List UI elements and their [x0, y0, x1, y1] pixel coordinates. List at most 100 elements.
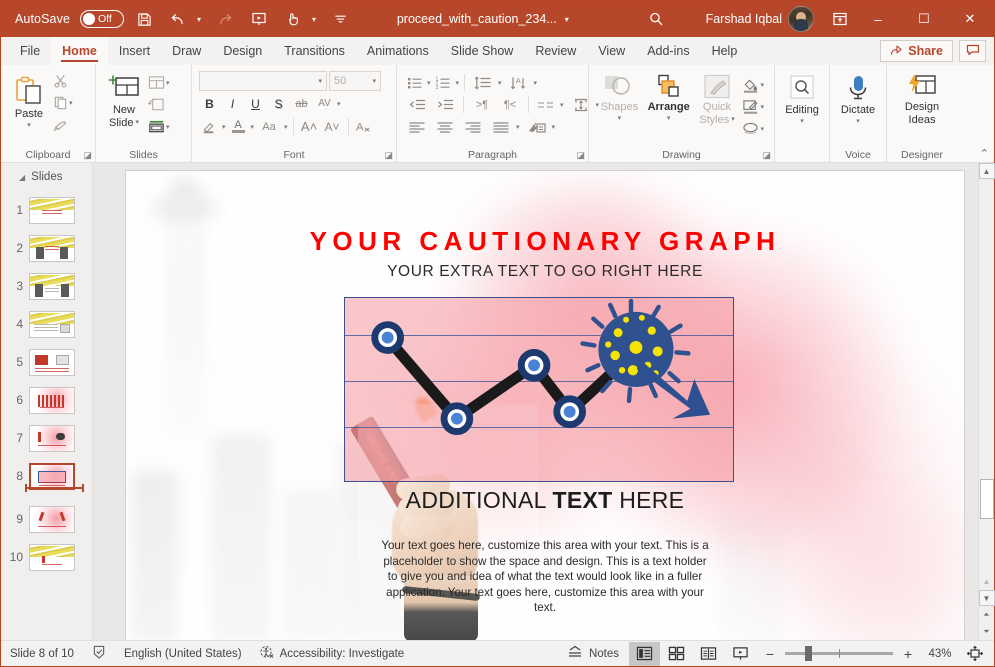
tab-slide-show[interactable]: Slide Show [440, 37, 525, 65]
line-spacing-caret[interactable]: ▾ [498, 79, 502, 87]
increase-indent-button[interactable] [432, 94, 458, 115]
thumbnail-slide-2[interactable]: 2 [1, 229, 92, 267]
dictate-button[interactable]: Dictate ▾ [837, 70, 879, 128]
align-center-button[interactable] [432, 116, 458, 137]
share-button[interactable]: Share [880, 40, 953, 62]
next-slide-button[interactable]: ⏷ [979, 623, 995, 640]
scrollbar-track[interactable] [979, 179, 995, 573]
new-slide-dropdown-caret[interactable]: ▾ [135, 117, 139, 130]
zoom-out-button[interactable]: − [762, 646, 778, 662]
change-case-button[interactable]: Aa [256, 116, 282, 137]
shapes-button[interactable]: Shapes ▾ [596, 71, 643, 125]
thumbnail-slide-7[interactable]: 7 [1, 419, 92, 457]
decrease-font-size-button[interactable]: A˅ [322, 116, 343, 137]
document-filename[interactable]: proceed_with_caution_234... [397, 12, 557, 26]
character-spacing-button[interactable]: AV [314, 93, 335, 114]
copy-button[interactable]: ▾ [50, 92, 76, 113]
numbering-button[interactable]: 123 [433, 72, 454, 93]
thumbnail-slide-1[interactable]: 1 [1, 191, 92, 229]
thumbnail-slide-9[interactable]: 9 [1, 500, 92, 538]
touch-mode-icon[interactable] [279, 5, 307, 33]
thumbnail-slide-10[interactable]: 10 [1, 538, 92, 576]
layout-dropdown-caret[interactable]: ▾ [166, 79, 170, 87]
tab-add-ins[interactable]: Add-ins [636, 37, 700, 65]
previous-slide-button[interactable]: ⏶ [979, 606, 995, 623]
slide-show-button[interactable] [725, 642, 756, 666]
arrange-button[interactable]: Arrange ▾ [643, 71, 695, 125]
shape-outline-button[interactable]: ▾ [739, 96, 767, 117]
shape-fill-caret[interactable]: ▾ [760, 81, 764, 89]
start-presentation-icon[interactable] [245, 5, 273, 33]
customize-quick-access-toolbar-icon[interactable] [326, 5, 354, 33]
tab-home[interactable]: Home [51, 37, 108, 65]
editing-button[interactable]: Editing ▾ [781, 70, 823, 128]
tab-review[interactable]: Review [524, 37, 587, 65]
text-shadow-button[interactable]: S [268, 93, 289, 114]
thumbnail-list[interactable]: 1 2 3 4 5 6 7 8 9 10 [1, 189, 92, 640]
thumbnail-slide-6[interactable]: 6 [1, 381, 92, 419]
font-color-caret[interactable]: ▾ [251, 123, 255, 131]
font-color-button[interactable]: A [228, 116, 249, 137]
thumbnail-slide-8[interactable]: 8 [1, 457, 92, 495]
user-name[interactable]: Farshad Iqbal [706, 12, 782, 26]
scrollbar-thumb[interactable] [979, 479, 994, 519]
quick-styles-caret[interactable]: ▾ [731, 114, 735, 127]
redo-icon[interactable] [211, 5, 239, 33]
change-case-caret[interactable]: ▾ [284, 123, 288, 131]
increase-font-size-button[interactable]: A˄ [299, 116, 320, 137]
decrease-indent-button[interactable] [404, 94, 430, 115]
section-dropdown-caret[interactable]: ▾ [166, 123, 170, 131]
bullets-caret[interactable]: ▾ [427, 79, 431, 87]
filename-dropdown-caret[interactable]: ▾ [565, 15, 569, 24]
drawing-dialog-launcher[interactable]: ◪ [762, 150, 771, 161]
tab-draw[interactable]: Draw [161, 37, 212, 65]
undo-icon[interactable] [164, 5, 192, 33]
zoom-slider[interactable]: − + [757, 646, 921, 662]
undo-dropdown-caret[interactable]: ▾ [193, 5, 205, 33]
tab-file[interactable]: File [9, 37, 51, 65]
shape-outline-caret[interactable]: ▾ [760, 103, 764, 111]
paste-dropdown-caret[interactable]: ▾ [27, 121, 31, 129]
font-name-caret[interactable]: ▾ [318, 77, 322, 85]
zoom-percent[interactable]: 43% [922, 648, 958, 660]
editing-caret[interactable]: ▾ [800, 117, 804, 125]
shape-effects-caret[interactable]: ▾ [760, 125, 764, 133]
tab-design[interactable]: Design [212, 37, 273, 65]
slide-title[interactable]: YOUR CAUTIONARY GRAPH [126, 226, 964, 257]
vertical-scrollbar[interactable]: ▲ ▲ ▼ ⏶ ⏷ [978, 163, 995, 640]
cut-button[interactable] [50, 70, 76, 91]
justify-button[interactable] [488, 116, 514, 137]
current-slide[interactable]: SMOKE GRENADE YOUR CAUTIONARY GRAPH YOUR… [126, 171, 964, 640]
slide-body-text[interactable]: Your text goes here, customize this area… [379, 538, 711, 616]
zoom-in-button[interactable]: + [900, 646, 916, 662]
format-painter-button[interactable] [50, 114, 76, 135]
save-icon[interactable] [130, 5, 158, 33]
tab-help[interactable]: Help [701, 37, 749, 65]
tab-view[interactable]: View [587, 37, 636, 65]
accessibility-button[interactable]: Accessibility: Investigate [251, 642, 414, 666]
shape-effects-button[interactable]: ▾ [739, 118, 767, 139]
smartart-caret[interactable]: ▾ [552, 123, 556, 131]
maximize-button[interactable]: ☐ [902, 2, 946, 36]
thumbnail-slide-5[interactable]: 5 [1, 343, 92, 381]
copy-dropdown-caret[interactable]: ▾ [69, 99, 73, 107]
clear-all-formatting-button[interactable]: A [354, 116, 375, 137]
scroll-down-button[interactable]: ▼ [978, 590, 995, 606]
columns-caret[interactable]: ▾ [560, 101, 564, 109]
thumbnail-slide-4[interactable]: 4 [1, 305, 92, 343]
autosave-toggle[interactable]: Off [80, 10, 125, 28]
reset-button[interactable] [145, 94, 173, 115]
bold-button[interactable]: B [199, 93, 220, 114]
search-icon[interactable] [642, 5, 670, 33]
align-right-button[interactable] [460, 116, 486, 137]
touch-mode-caret[interactable]: ▾ [308, 5, 320, 33]
right-to-left-button[interactable]: ¶< [497, 94, 523, 115]
tab-insert[interactable]: Insert [108, 37, 161, 65]
strikethrough-button[interactable]: ab [291, 93, 312, 114]
convert-to-smartart-button[interactable] [524, 116, 550, 137]
shape-fill-button[interactable]: ▾ [739, 74, 767, 95]
justify-caret[interactable]: ▾ [516, 123, 520, 131]
tab-transitions[interactable]: Transitions [273, 37, 356, 65]
paste-button[interactable]: Paste ▾ [8, 70, 50, 132]
design-ideas-button[interactable]: Design Ideas [900, 70, 944, 129]
